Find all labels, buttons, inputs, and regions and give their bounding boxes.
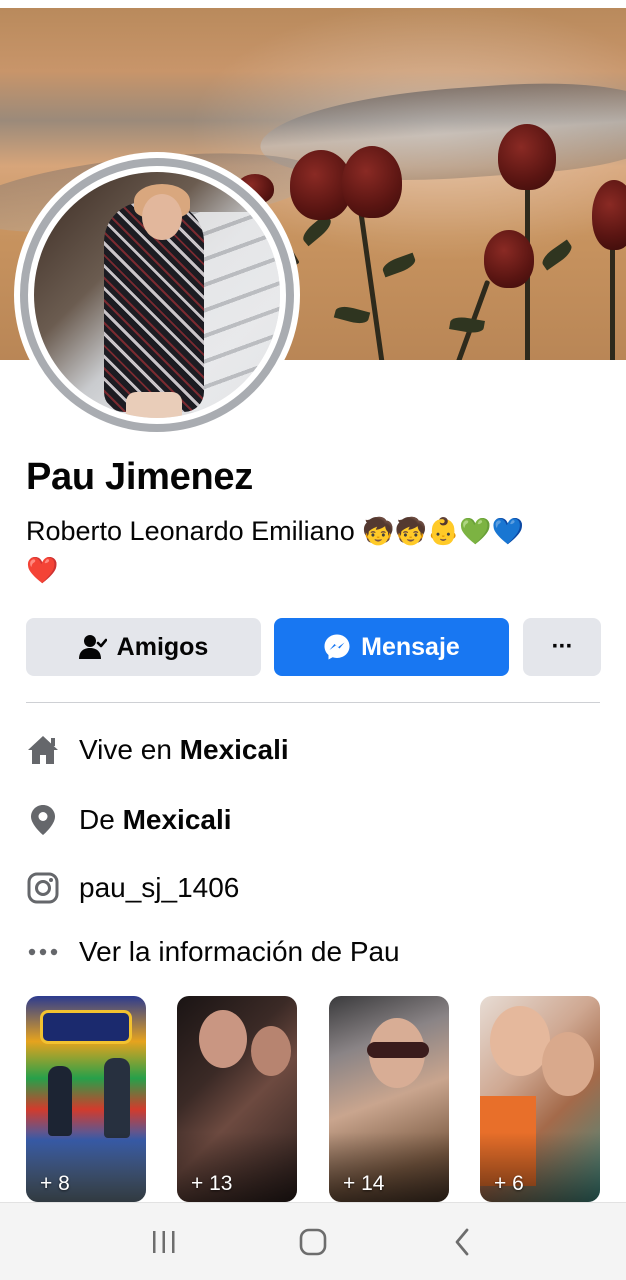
thumbnail-child (104, 1058, 130, 1138)
see-more-label[interactable]: Ver la información de Pau (79, 936, 400, 968)
more-horizontal-icon: ··· (551, 633, 574, 660)
avatar-photo-legs (126, 392, 182, 418)
avatar-story-ring (20, 158, 294, 432)
rose (592, 180, 626, 250)
rose-leaf (539, 239, 575, 271)
lives-in-prefix: Vive en (79, 734, 180, 765)
from-city[interactable]: Mexicali (123, 804, 232, 836)
profile-avatar[interactable] (14, 152, 300, 438)
highlight-thumbnail[interactable]: + 14 (329, 996, 449, 1202)
thumbnail-child (48, 1066, 72, 1136)
rose-leaf (333, 303, 371, 327)
avatar-photo (34, 172, 280, 418)
friends-button[interactable]: Amigos (26, 618, 261, 676)
location-pin-icon (26, 803, 60, 837)
from-prefix: De (79, 804, 123, 835)
rose-leaf (380, 252, 418, 278)
info-lives-in: Vive en Mexicali (26, 730, 289, 770)
thumbnail-face (542, 1032, 594, 1096)
rose (342, 146, 402, 218)
highlight-thumbnail[interactable]: + 6 (480, 996, 600, 1202)
instagram-icon (26, 871, 60, 905)
highlight-thumbnail[interactable]: + 13 (177, 996, 297, 1202)
friends-button-label: Amigos (116, 632, 209, 661)
rose (484, 230, 534, 288)
thumbnail-sunglasses (367, 1042, 429, 1058)
rose-stem (356, 198, 385, 360)
thumbnail-face (251, 1026, 291, 1076)
bio-heart-emoji: ❤️ (26, 556, 59, 586)
recents-icon (153, 1230, 175, 1253)
highlight-count: + 13 (191, 1172, 233, 1195)
highlight-count: + 14 (343, 1172, 385, 1195)
profile-bio: Roberto Leonardo Emiliano 🧒🧒👶💚💙 ❤️ (26, 512, 606, 590)
system-navigation-bar (0, 1202, 626, 1280)
home-nav-button[interactable] (283, 1217, 343, 1267)
highlight-count: + 6 (494, 1172, 524, 1195)
info-from: De Mexicali (26, 800, 232, 840)
home-circle-icon (299, 1228, 327, 1255)
rose-stem (610, 248, 615, 360)
info-instagram[interactable]: pau_sj_1406 (26, 868, 239, 908)
lives-in-city[interactable]: Mexicali (180, 734, 289, 766)
thumbnail-face (490, 1006, 550, 1076)
thumbnail-face (199, 1010, 247, 1068)
messenger-icon (324, 634, 350, 660)
thumbnail-sign (40, 1010, 132, 1044)
rose (498, 124, 556, 190)
recents-button[interactable] (134, 1217, 194, 1267)
person-check-icon (78, 635, 107, 659)
bio-emojis: 🧒🧒👶💚💙 (362, 517, 525, 547)
profile-name: Pau Jimenez (26, 456, 253, 498)
message-button[interactable]: Mensaje (274, 618, 509, 676)
bio-text: Roberto Leonardo Emiliano (26, 516, 355, 546)
instagram-handle[interactable]: pau_sj_1406 (79, 872, 239, 904)
message-button-label: Mensaje (361, 632, 460, 661)
highlight-count: + 8 (40, 1172, 70, 1195)
divider (26, 702, 600, 703)
back-button[interactable] (432, 1217, 492, 1267)
back-chevron-icon (455, 1228, 469, 1255)
more-dots-icon (26, 935, 60, 969)
avatar-photo-face (142, 194, 182, 240)
home-icon (26, 733, 60, 767)
info-see-more[interactable]: Ver la información de Pau (26, 932, 400, 972)
more-options-button[interactable]: ··· (523, 618, 601, 676)
highlight-thumbnail[interactable]: + 8 (26, 996, 146, 1202)
rose-leaf (449, 315, 485, 335)
status-strip (0, 0, 626, 8)
